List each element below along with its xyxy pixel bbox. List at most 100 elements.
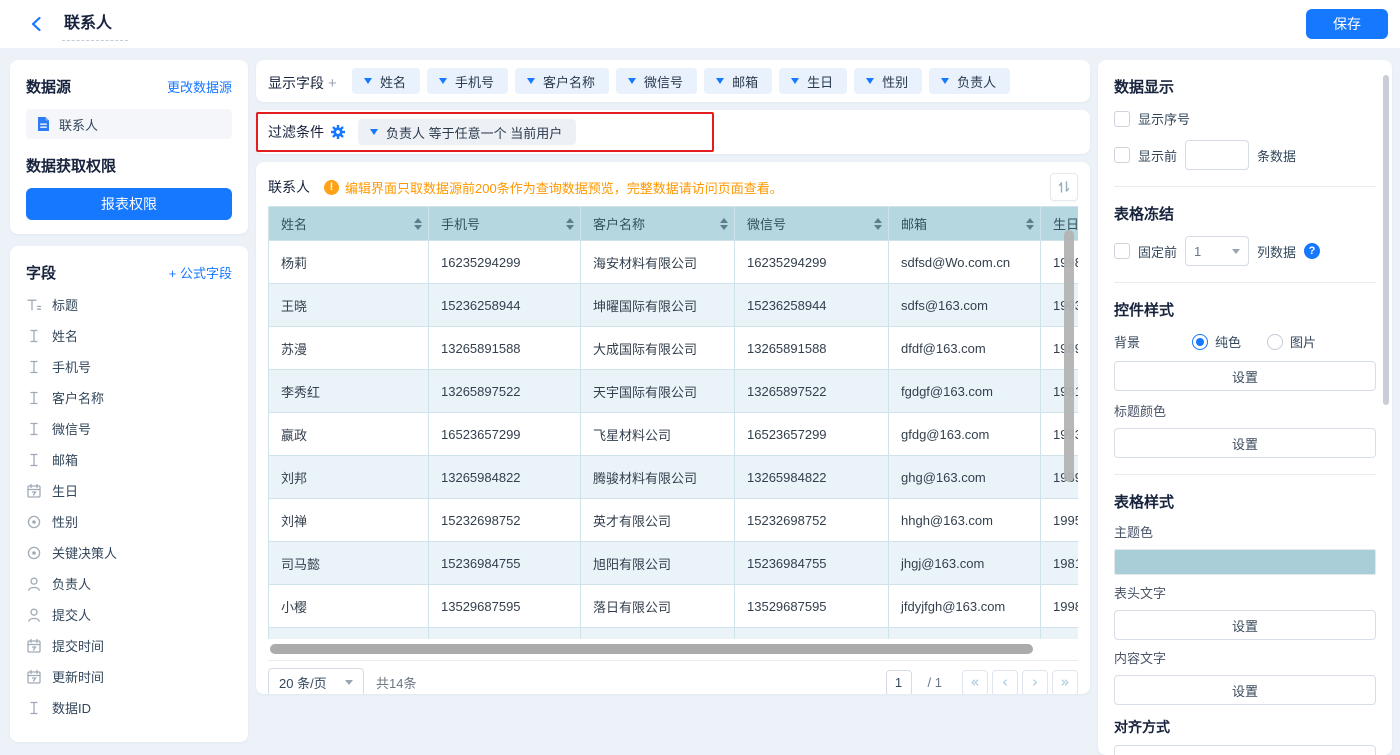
field-item[interactable]: 客户名称 (26, 382, 232, 413)
next-page-button[interactable]: › (1022, 670, 1048, 695)
display-field-chip[interactable]: 微信号 (616, 68, 697, 94)
first-page-button[interactable]: « (962, 670, 988, 695)
title-color-setting-button[interactable]: 设置 (1114, 428, 1376, 458)
field-item-label: 姓名 (52, 326, 78, 345)
align-heading: 对齐方式 (1114, 717, 1376, 737)
table-cell: 13265891588 (429, 327, 581, 370)
help-icon[interactable]: ? (1304, 243, 1320, 259)
field-item-label: 微信号 (52, 419, 91, 438)
horizontal-scrollbar[interactable] (270, 644, 1033, 654)
table-cell: 15232698752 (735, 499, 889, 542)
filter-condition-chip[interactable]: 负责人 等于任意一个 当前用户 (358, 119, 576, 145)
table-cell: jhgj@163.com (889, 542, 1041, 585)
change-datasource-link[interactable]: 更改数据源 (167, 77, 232, 96)
table-wrapper: 姓名手机号客户名称微信号邮箱生日 杨莉16235294299海安材料有限公司16… (268, 206, 1078, 639)
display-field-chip[interactable]: 手机号 (427, 68, 508, 94)
field-item[interactable]: 邮箱 (26, 444, 232, 475)
field-item[interactable]: 生日 (26, 475, 232, 506)
display-field-chip[interactable]: 生日 (779, 68, 847, 94)
add-display-field-button[interactable]: + (328, 75, 337, 92)
add-formula-field-link[interactable]: + 公式字段 (169, 263, 232, 282)
column-header[interactable]: 姓名 (269, 207, 429, 241)
field-item[interactable]: 提交人 (26, 599, 232, 630)
table-cell: 1998-05 (1041, 585, 1079, 628)
field-item[interactable]: 性别 (26, 506, 232, 537)
table-cell (581, 628, 735, 640)
divider (1114, 186, 1376, 187)
page-size-select[interactable]: 20 条/页 (268, 668, 364, 695)
page-title[interactable]: 联系人 (62, 7, 128, 41)
sort-carets-icon[interactable] (720, 218, 728, 230)
sort-order-button[interactable] (1050, 173, 1078, 201)
display-field-chip[interactable]: 邮箱 (704, 68, 772, 94)
content-text-setting-button[interactable]: 设置 (1114, 675, 1376, 705)
prev-page-button[interactable]: ‹ (992, 670, 1018, 695)
table-row: 苏漫13265891588大成国际有限公司13265891588dfdf@163… (269, 327, 1079, 370)
freeze-suffix: 列数据 (1257, 242, 1296, 261)
sort-carets-icon[interactable] (874, 218, 882, 230)
table-cell: 海安材料有限公司 (581, 241, 735, 284)
background-setting-button[interactable]: 设置 (1114, 361, 1376, 391)
column-header-label: 微信号 (747, 214, 786, 233)
column-header-inner: 客户名称 (593, 214, 728, 233)
display-field-chip[interactable]: 负责人 (929, 68, 1010, 94)
header-text-setting-button[interactable]: 设置 (1114, 610, 1376, 640)
sort-carets-icon[interactable] (566, 218, 574, 230)
bg-image-option[interactable]: 图片 (1267, 332, 1316, 351)
table-cell: gfdg@163.com (889, 413, 1041, 456)
field-item-label: 客户名称 (52, 388, 104, 407)
display-field-chip[interactable]: 客户名称 (515, 68, 609, 94)
freeze-count-select[interactable]: 1 (1185, 236, 1249, 266)
show-first-count-input[interactable] (1185, 140, 1249, 170)
page-total-label: / 1 (928, 675, 942, 690)
bg-solid-option[interactable]: 纯色 (1192, 332, 1241, 351)
table-cell: 小樱 (269, 585, 429, 628)
table-row: 小樱13529687595落日有限公司13529687595jfdyjfgh@1… (269, 585, 1079, 628)
field-item[interactable]: 标题 (26, 289, 232, 320)
last-page-icon: » (1060, 675, 1069, 690)
field-item[interactable]: 姓名 (26, 320, 232, 351)
field-item[interactable]: 微信号 (26, 413, 232, 444)
last-page-button[interactable]: » (1052, 670, 1078, 695)
column-header[interactable]: 微信号 (735, 207, 889, 241)
vertical-scrollbar[interactable] (1064, 230, 1074, 482)
chevron-down-icon (791, 78, 799, 84)
field-item[interactable]: 更新时间 (26, 661, 232, 692)
show-first-checkbox[interactable] (1114, 147, 1130, 163)
freeze-checkbox[interactable] (1114, 243, 1130, 259)
field-item[interactable]: 提交时间 (26, 630, 232, 661)
datasource-item[interactable]: 联系人 (26, 109, 232, 139)
gear-icon[interactable] (330, 124, 346, 140)
chevron-down-icon (628, 78, 636, 84)
text-field-icon (26, 390, 42, 406)
field-item[interactable]: 手机号 (26, 351, 232, 382)
column-header[interactable]: 手机号 (429, 207, 581, 241)
display-field-chip[interactable]: 性别 (854, 68, 922, 94)
sort-carets-icon[interactable] (1026, 218, 1034, 230)
back-button[interactable] (26, 13, 48, 35)
table-body: 杨莉16235294299海安材料有限公司16235294299sdfsd@Wo… (269, 241, 1079, 640)
chevron-down-icon (716, 78, 724, 84)
field-item[interactable]: 数据ID (26, 692, 232, 723)
table-cell: 李秀红 (269, 370, 429, 413)
theme-color-swatch[interactable] (1114, 549, 1376, 575)
report-permission-button[interactable]: 报表权限 (26, 188, 232, 220)
table-cell (269, 628, 429, 640)
settings-scrollbar[interactable] (1383, 75, 1389, 405)
align-setting-button[interactable]: 设置 (1114, 745, 1376, 755)
column-header[interactable]: 客户名称 (581, 207, 735, 241)
save-button[interactable]: 保存 (1306, 9, 1388, 39)
field-item[interactable]: 关键决策人 (26, 537, 232, 568)
sort-carets-icon[interactable] (414, 218, 422, 230)
column-header[interactable]: 邮箱 (889, 207, 1041, 241)
table-cell: hhgh@163.com (889, 499, 1041, 542)
table-row: 王晓15236258944坤曜国际有限公司15236258944sdfs@163… (269, 284, 1079, 327)
page-number-input[interactable]: 1 (886, 670, 912, 695)
field-item[interactable]: 负责人 (26, 568, 232, 599)
table-cell: 16235294299 (735, 241, 889, 284)
table-cell: sdfsd@Wo.com.cn (889, 241, 1041, 284)
display-field-chip[interactable]: 姓名 (352, 68, 420, 94)
show-index-checkbox[interactable] (1114, 111, 1130, 127)
text-field-icon (26, 421, 42, 437)
table-cell: fgdgf@163.com (889, 370, 1041, 413)
